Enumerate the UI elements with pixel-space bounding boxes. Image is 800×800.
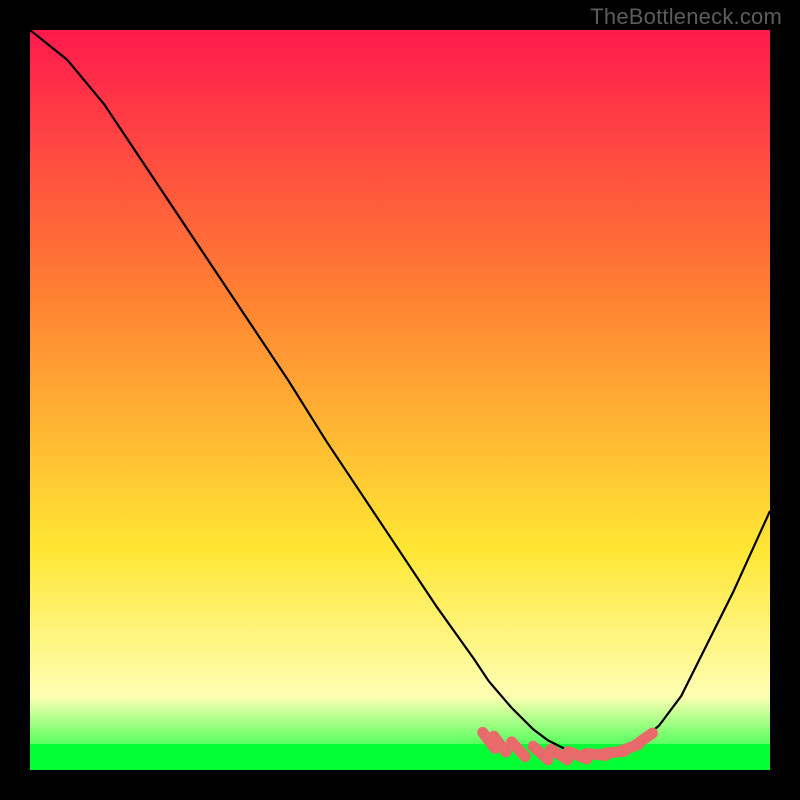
watermark-text: TheBottleneck.com xyxy=(590,4,782,30)
chart-svg xyxy=(30,30,770,770)
valid-band xyxy=(30,744,770,770)
chart-area xyxy=(30,30,770,770)
gradient-background xyxy=(30,30,770,770)
